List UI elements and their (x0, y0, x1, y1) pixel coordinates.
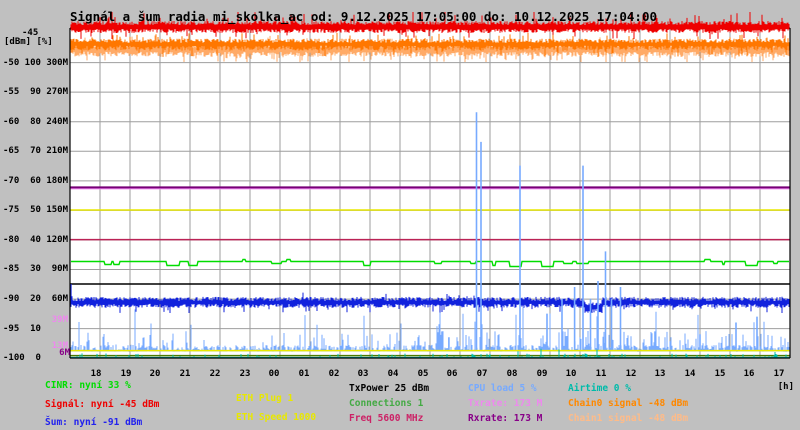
x-axis-hour-02: 02 (328, 369, 340, 379)
y-axis-row: -60 80 240M (3, 117, 69, 127)
y-axis-row: -80 40 120M (3, 235, 69, 245)
y-axis-row: -65 70 210M (3, 146, 69, 156)
y-axis-row: -75 50 150M (3, 205, 69, 215)
x-axis-hour-03: 03 (357, 369, 369, 379)
y-axis-row: -55 90 270M (3, 87, 69, 97)
x-axis-hour-21: 21 (179, 369, 191, 379)
x-axis-hour-04: 04 (387, 369, 399, 379)
x-axis-hour-10: 10 (565, 369, 577, 379)
legend-item: Chain0 signal -48 dBm (568, 398, 689, 409)
y-axis-row: -95 10 (3, 324, 69, 334)
legend-item: Chain1 signal -48 dBm (568, 413, 689, 424)
rate-mark-6M: 6M (59, 348, 70, 358)
legend-item: TxPower 25 dBm (349, 383, 430, 394)
x-axis-hour-01: 01 (298, 369, 310, 379)
y-axis-row: -70 60 180M (3, 176, 69, 186)
x-axis-hour-19: 19 (120, 369, 132, 379)
x-axis-hour-00: 00 (268, 369, 280, 379)
x-axis-hour-06: 06 (446, 369, 458, 379)
rate-mark-39M: 39M (51, 315, 68, 325)
y-axis-row: -85 30 90M (3, 264, 69, 274)
x-axis-hour-20: 20 (149, 369, 161, 379)
x-axis-unit-label: [h] (777, 382, 794, 392)
x-axis-hour-22: 22 (209, 369, 221, 379)
x-axis-hour-08: 08 (506, 369, 518, 379)
x-axis-hour-15: 15 (714, 369, 726, 379)
legend-item: CINR: nyní 33 % (45, 380, 131, 391)
y-axis-row: -50 100 300M (3, 58, 69, 68)
legend-item: Txrate: 173 M (468, 398, 543, 409)
legend-item: Šum: nyní -91 dBm (45, 417, 143, 428)
y-axis-row: -90 20 60M (3, 294, 69, 304)
graph-title: Signál a šum radia mi_skolka_ac od: 9.12… (70, 9, 657, 24)
x-axis-hour-16: 16 (743, 369, 755, 379)
legend-item: CPU load 5 % (468, 383, 537, 394)
x-axis-hour-07: 07 (476, 369, 488, 379)
legend-item: Freq 5600 MHz (349, 413, 424, 424)
x-axis-hour-23: 23 (239, 369, 251, 379)
legend-item: ETH Speed 1000 (236, 412, 317, 423)
signal-noise-chart (69, 12, 791, 359)
y-axis-unit-label: [dBm] [%] (4, 37, 53, 47)
x-axis-hour-09: 09 (536, 369, 548, 379)
legend-item: ETH Plug 1 (236, 393, 294, 404)
signal-noise-graph-page: Signál a šum radia mi_skolka_ac od: 9.12… (0, 0, 800, 430)
legend-item: Airtime 0 % (568, 383, 631, 394)
x-axis-hour-05: 05 (417, 369, 429, 379)
legend-item: Connections 1 (349, 398, 424, 409)
x-axis-hour-13: 13 (654, 369, 666, 379)
x-axis-hour-17: 17 (773, 369, 785, 379)
x-axis-hour-14: 14 (684, 369, 696, 379)
x-axis-hour-11: 11 (595, 369, 607, 379)
x-axis-hour-18: 18 (90, 369, 102, 379)
legend-item: Signál: nyní -45 dBm (45, 399, 160, 410)
legend-item: Rxrate: 173 M (468, 413, 543, 424)
x-axis-hour-12: 12 (625, 369, 637, 379)
